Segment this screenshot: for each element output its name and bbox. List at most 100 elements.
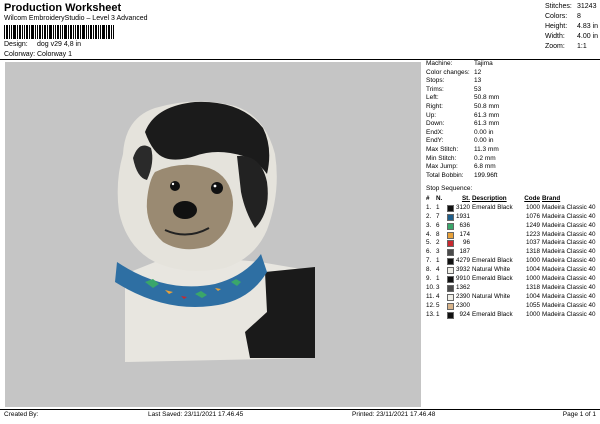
- color-swatch: [447, 204, 454, 212]
- cell-n: 1: [436, 275, 440, 283]
- design-row: Design: dog v29 4,8 in: [4, 41, 81, 48]
- table-row: 3. 6 636 1249 Madeira Classic 40: [426, 222, 598, 231]
- machine-details: Machine: Tajima Color changes: 12 Stops: 13…: [426, 60, 598, 180]
- detail-row: Color changes: 12: [426, 68, 482, 76]
- stat-colors: Colors: 8: [545, 13, 581, 20]
- cell-code: 1000: [525, 203, 540, 211]
- detail-row: Trims: 53: [426, 85, 482, 93]
- cell-n: 1: [436, 203, 440, 211]
- table-row: 2. 7 1931 1076 Madeira Classic 40: [426, 213, 598, 222]
- cell-code: 1223: [525, 230, 540, 238]
- cell-description: [472, 213, 522, 222]
- software-subtitle: Wilcom EmbroideryStudio – Level 3 Advanc…: [4, 15, 148, 22]
- embroidery-dog-image: [115, 101, 315, 362]
- cell-num: 4.: [426, 230, 432, 238]
- footer-printed: Printed: 23/11/2021 17.46.48: [352, 411, 436, 418]
- cell-n: 8: [436, 230, 440, 238]
- cell-code: 1037: [525, 239, 540, 247]
- colorway-label: Colorway:: [4, 51, 36, 58]
- table-row: 7. 1 4279 Emerald Black 1000 Madeira Classic …: [426, 257, 598, 266]
- design-label: Design:: [4, 41, 28, 48]
- table-row: 6. 3 187 1318 Madeira Classic 40: [426, 248, 598, 257]
- footer-page-number: Page 1 of 1: [562, 411, 596, 418]
- cell-code: 1076: [525, 212, 540, 220]
- cell-code: 1249: [525, 221, 540, 229]
- color-swatch: [447, 267, 454, 275]
- color-swatch: [447, 258, 454, 266]
- cell-description: [472, 248, 522, 257]
- cell-brand: Madeira Classic 40: [542, 310, 596, 318]
- color-swatch: [447, 213, 454, 221]
- cell-description: [472, 222, 522, 231]
- table-header: # N. St. Description Code Brand: [426, 195, 561, 202]
- cell-brand: Madeira Classic 40: [542, 230, 596, 238]
- stat-stitches: Stitches: 31243: [545, 3, 597, 10]
- cell-n: 5: [436, 301, 440, 309]
- cell-n: 2: [436, 239, 440, 247]
- color-swatch: [447, 302, 454, 310]
- cell-num: 1.: [426, 203, 432, 211]
- table-row: 5. 2 96 1037 Madeira Classic 40: [426, 239, 598, 248]
- cell-n: 7: [436, 212, 440, 220]
- cell-st: 1931: [456, 212, 471, 220]
- table-row: 8. 4 3932 Natural White 1004 Madeira Classic …: [426, 266, 598, 275]
- cell-st: 96: [462, 239, 470, 247]
- table-row: 1. 1 3120 Emerald Black 1000 Madeira Classic …: [426, 204, 598, 213]
- cell-st: 1362: [456, 283, 471, 291]
- detail-row: Right: 50.8 mm: [426, 102, 500, 110]
- cell-num: 5.: [426, 239, 432, 247]
- table-row: 9. 1 9910 Emerald Black 1000 Madeira Classic …: [426, 275, 598, 284]
- cell-code: 1000: [525, 257, 540, 265]
- color-swatch: [447, 231, 454, 239]
- detail-row: Machine: Tajima: [426, 60, 493, 67]
- cell-st: 187: [459, 248, 470, 256]
- cell-brand: Madeira Classic 40: [542, 248, 596, 256]
- detail-row: Up: 61.3 mm: [426, 111, 500, 119]
- cell-code: 1000: [525, 275, 540, 283]
- stat-height: Height: 4.83 in: [545, 23, 599, 30]
- detail-row: Min Stitch: 0.2 mm: [426, 154, 496, 162]
- cell-brand: Madeira Classic 40: [542, 275, 596, 283]
- cell-st: 2300: [456, 301, 471, 309]
- cell-description: Emerald Black: [472, 257, 513, 265]
- table-row: 10. 3 1362 1318 Madeira Classic 40: [426, 284, 598, 293]
- cell-brand: Madeira Classic 40: [542, 212, 596, 220]
- footer-divider: [0, 409, 600, 410]
- cell-n: 4: [436, 266, 440, 274]
- detail-row: Down: 61.3 mm: [426, 120, 500, 128]
- barcode-icon: [4, 25, 114, 39]
- colorway-value: Colorway 1: [37, 51, 73, 58]
- color-swatch: [447, 240, 454, 248]
- cell-brand: Madeira Classic 40: [542, 239, 596, 247]
- cell-description: Natural White: [472, 292, 511, 300]
- color-swatch: [447, 276, 454, 284]
- page-title: Production Worksheet: [4, 2, 122, 14]
- cell-n: 3: [436, 283, 440, 291]
- cell-st: 924: [459, 310, 470, 318]
- design-stats: Stitches: 31243 Colors: 8 Height: 4.83 in W…: [545, 2, 600, 52]
- detail-row: Stops: 13: [426, 77, 482, 85]
- detail-row: Total Bobbin: 199.96ft: [426, 171, 498, 179]
- cell-code: 1318: [525, 248, 540, 256]
- cell-brand: Madeira Classic 40: [542, 301, 596, 309]
- cell-code: 1055: [525, 301, 540, 309]
- colorway-row: Colorway: Colorway 1: [4, 51, 72, 58]
- footer-created-by: Created By:: [4, 411, 39, 418]
- cell-st: 4279: [456, 257, 471, 265]
- cell-st: 3120: [456, 203, 471, 211]
- cell-description: [472, 302, 522, 311]
- cell-num: 11.: [426, 292, 435, 300]
- cell-description: Emerald Black: [472, 275, 513, 283]
- cell-st: 3932: [456, 266, 471, 274]
- cell-description: Natural White: [472, 266, 511, 274]
- table-row: 11. 4 2390 Natural White 1004 Madeira Classic…: [426, 293, 598, 302]
- design-value: dog v29 4,8 in: [37, 41, 81, 48]
- cell-brand: Madeira Classic 40: [542, 292, 596, 300]
- color-swatch: [447, 284, 454, 292]
- cell-num: 7.: [426, 257, 432, 265]
- cell-num: 12.: [426, 301, 435, 309]
- table-row: 4. 8 174 1223 Madeira Classic 40: [426, 231, 598, 240]
- color-swatch: [447, 249, 454, 257]
- detail-row: EndY: 0.00 in: [426, 137, 494, 145]
- cell-code: 1318: [525, 283, 540, 291]
